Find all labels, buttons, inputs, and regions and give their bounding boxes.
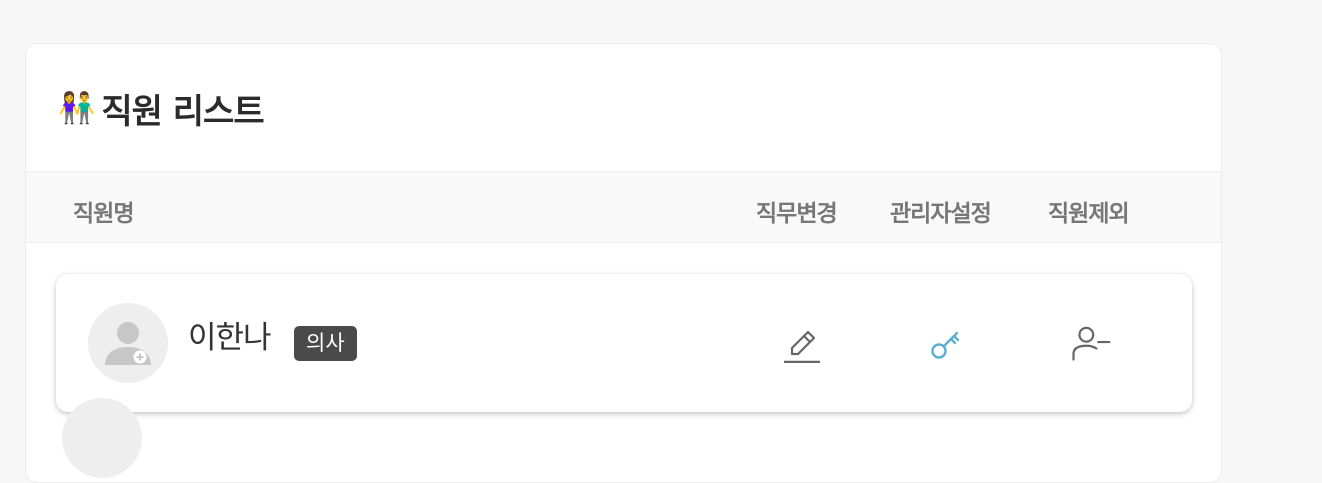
- doctor-avatar-icon: [88, 303, 168, 383]
- page-title: 직원 리스트: [101, 92, 264, 132]
- column-header-remove-staff: 직원제외: [1048, 201, 1130, 227]
- staff-list-card: 👫 직원 리스트 직원명 직무변경 관리자설정 직원제외 이한나 의사: [25, 43, 1222, 483]
- key-icon: [931, 331, 960, 359]
- staff-name: 이한나: [188, 320, 272, 356]
- role-badge: 의사: [294, 326, 357, 361]
- edit-pencil-icon: [784, 330, 820, 363]
- couple-emoji-icon: 👫: [58, 90, 96, 126]
- next-staff-avatar: [62, 398, 142, 478]
- column-header-name: 직원명: [73, 201, 134, 227]
- user-minus-icon: [1072, 326, 1111, 361]
- card-header: 👫 직원 리스트: [26, 44, 1221, 171]
- column-header-row: 직원명 직무변경 관리자설정 직원제외: [26, 171, 1221, 243]
- admin-setting-button[interactable]: [925, 321, 969, 365]
- staff-row: 이한나 의사: [56, 274, 1192, 412]
- column-header-role-change: 직무변경: [756, 201, 838, 227]
- column-header-admin-setting: 관리자설정: [890, 201, 992, 227]
- remove-staff-button[interactable]: [1068, 321, 1112, 365]
- edit-role-button[interactable]: [781, 321, 825, 365]
